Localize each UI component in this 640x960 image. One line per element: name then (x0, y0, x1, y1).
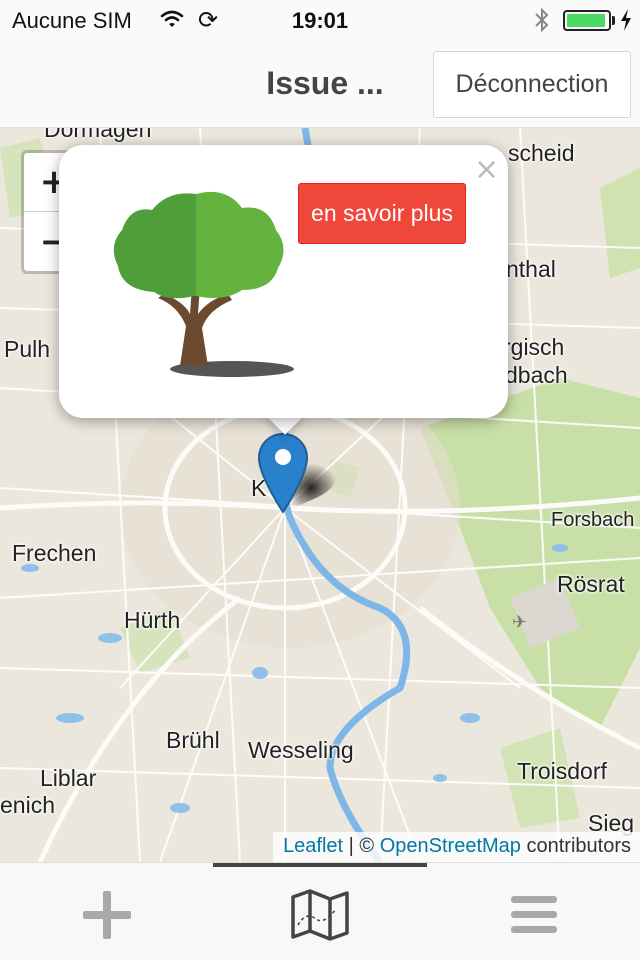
place-label: scheid (508, 140, 575, 166)
place-label: enich (0, 792, 55, 818)
bluetooth-icon (533, 7, 551, 39)
place-label: rgisch (503, 334, 565, 360)
place-label: Dormagen (44, 128, 152, 142)
place-label: dbach (505, 362, 568, 388)
logout-button[interactable]: Déconnection (433, 51, 631, 118)
place-label: Wesseling (248, 737, 354, 763)
svg-text:✈: ✈ (512, 612, 527, 633)
map-icon (290, 889, 349, 941)
place-label: Forsbach (551, 509, 635, 531)
active-tab-indicator (213, 863, 427, 867)
status-bar: Aucune SIM ⟳ 19:01 (0, 0, 640, 40)
battery-tip (612, 16, 615, 25)
charging-icon (619, 9, 633, 37)
plus-icon (82, 891, 131, 939)
attribution-suffix: contributors (520, 835, 631, 857)
place-label: nthal (506, 256, 556, 282)
tab-map[interactable] (213, 873, 426, 957)
place-label: Liblar (40, 765, 97, 791)
leaflet-link[interactable]: Leaflet (283, 835, 343, 857)
learn-more-button[interactable]: en savoir plus (298, 183, 466, 244)
place-label: Troisdorf (517, 758, 607, 784)
place-label: Rösrat (557, 571, 625, 597)
nav-header: Issue ... Déconnection (0, 40, 640, 128)
menu-icon (510, 896, 557, 933)
place-label: Frechen (12, 540, 97, 566)
tab-menu[interactable] (427, 873, 640, 957)
place-label: Pulh (4, 336, 51, 362)
tab-bar (0, 862, 640, 960)
place-label: Brühl (166, 727, 220, 753)
place-label: Hürth (124, 607, 181, 633)
openstreetmap-link[interactable]: OpenStreetMap (380, 835, 521, 857)
tree-icon (113, 191, 294, 377)
battery-icon (563, 10, 611, 31)
close-icon[interactable]: × (474, 152, 499, 187)
attribution-separator: | © (343, 835, 380, 857)
map-marker-icon[interactable] (258, 432, 308, 514)
tab-add[interactable] (0, 873, 213, 957)
map-attribution: Leaflet | © OpenStreetMap contributors (273, 832, 640, 862)
